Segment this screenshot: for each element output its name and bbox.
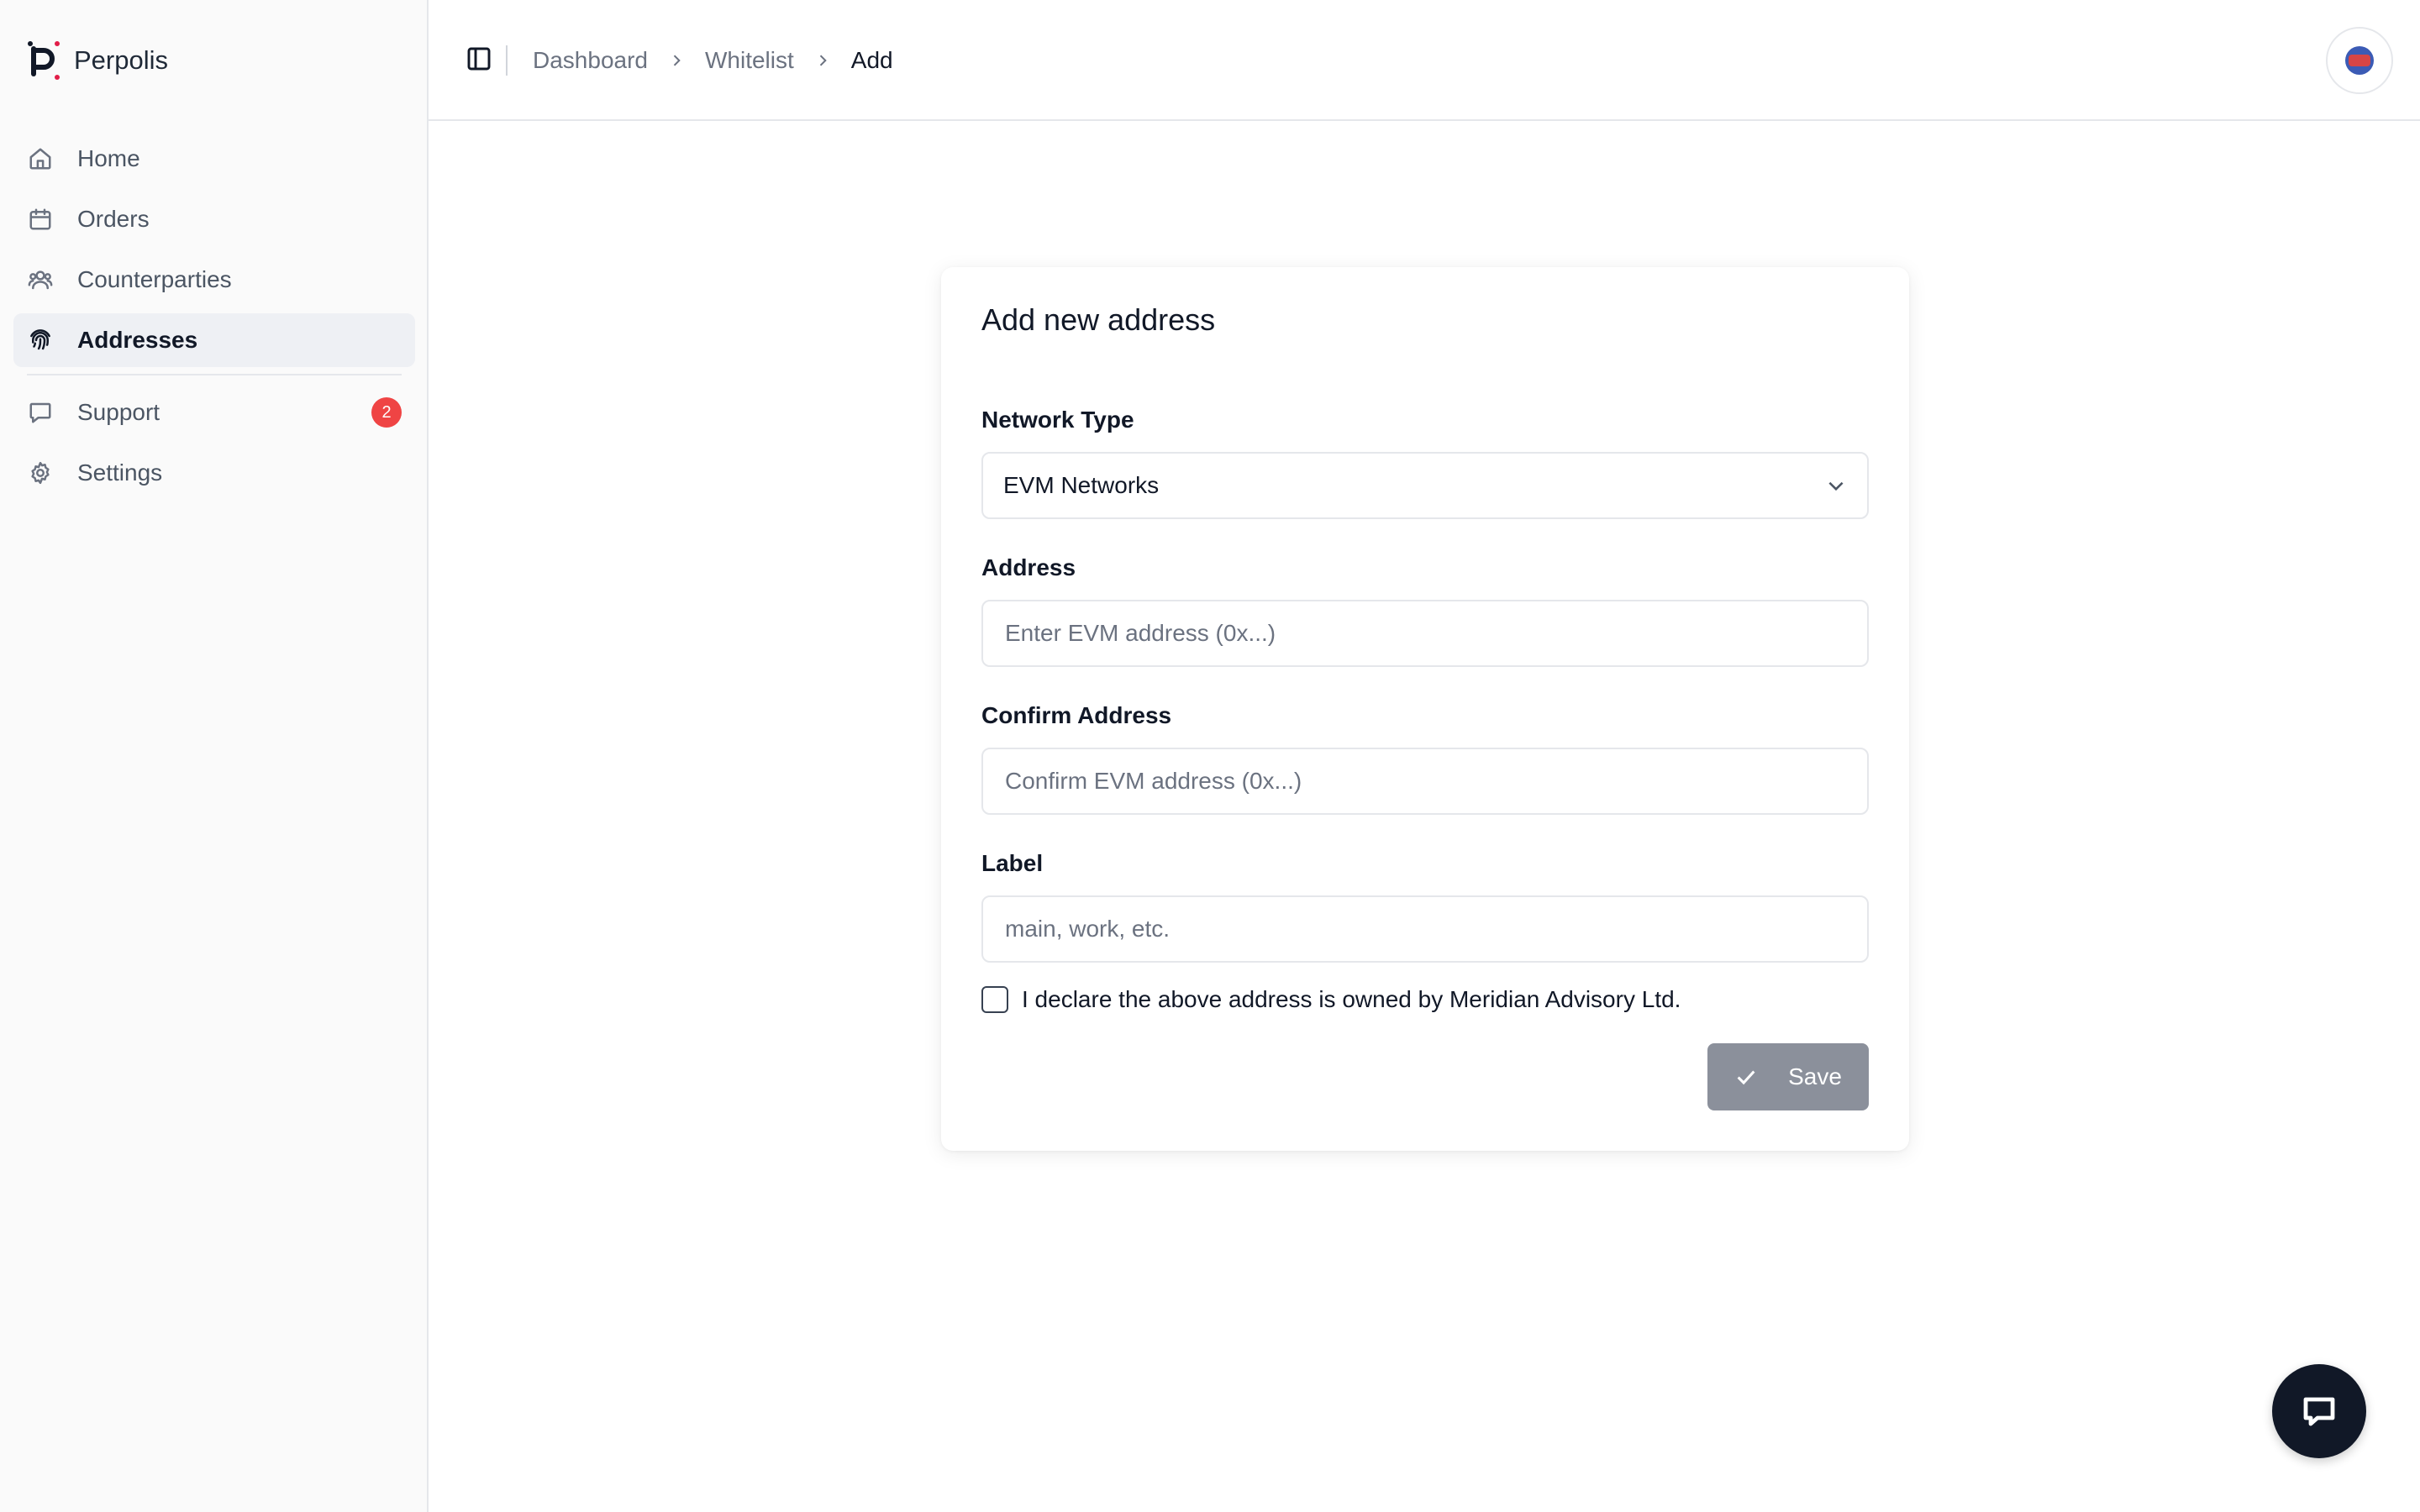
declaration-label[interactable]: I declare the above address is owned by … [1022, 986, 1681, 1013]
label-field-label: Label [981, 850, 1044, 876]
network-type-value: EVM Networks [1003, 472, 1160, 498]
chevron-right-icon [668, 52, 685, 69]
sidebar-item-counterparties[interactable]: Counterparties [13, 253, 415, 307]
chat-launcher-button[interactable] [2272, 1364, 2366, 1458]
network-type-select[interactable]: EVM Networks [981, 452, 1869, 519]
confirm-address-field [981, 748, 1869, 815]
sidebar-item-label: Counterparties [77, 266, 232, 292]
users-icon [27, 266, 54, 293]
address-label: Address [981, 554, 1076, 580]
declaration-row: I declare the above address is owned by … [981, 986, 1681, 1013]
address-field [981, 600, 1869, 667]
add-address-card: Add new address Network Type EVM Network… [941, 267, 1909, 1151]
sidebar-toggle-button[interactable] [464, 44, 494, 74]
support-count-badge: 2 [371, 397, 402, 428]
home-icon [27, 145, 54, 172]
chat-bubble-icon [2303, 1397, 2335, 1426]
label-input[interactable] [1003, 915, 1847, 943]
chevron-down-icon [1828, 481, 1844, 491]
sidebar-item-label: Orders [77, 206, 150, 232]
avatar [2345, 46, 2374, 75]
brand-name: Perpolis [74, 45, 168, 75]
confirm-address-label: Confirm Address [981, 702, 1172, 728]
sidebar-item-label: Addresses [77, 327, 198, 353]
address-input[interactable] [1003, 619, 1847, 648]
card-title: Add new address [981, 302, 1216, 337]
sidebar: Perpolis Home Orders Counterparties Addr… [0, 0, 429, 1512]
breadcrumb-whitelist[interactable]: Whitelist [705, 47, 794, 74]
sidebar-item-label: Settings [77, 459, 163, 486]
breadcrumb-dashboard[interactable]: Dashboard [533, 47, 648, 74]
sidebar-item-addresses[interactable]: Addresses [13, 313, 415, 367]
header-divider [506, 45, 508, 76]
calendar-icon [27, 206, 54, 233]
sidebar-item-support[interactable]: Support 2 [13, 386, 415, 439]
breadcrumb-add: Add [850, 47, 893, 73]
declaration-checkbox[interactable] [981, 986, 1008, 1013]
confirm-address-input[interactable] [1003, 767, 1847, 795]
account-menu-button[interactable] [2326, 27, 2393, 94]
top-header: Dashboard Whitelist Add [429, 0, 2420, 121]
message-icon [27, 399, 54, 426]
label-field [981, 895, 1869, 963]
panel-left-icon [467, 47, 491, 71]
chevron-right-icon [814, 52, 831, 69]
sidebar-item-label: Support [77, 399, 160, 425]
breadcrumb: Dashboard Whitelist Add [533, 44, 893, 77]
brand[interactable]: Perpolis [27, 40, 168, 81]
save-button-label: Save [1788, 1063, 1842, 1089]
check-icon [1737, 1070, 1755, 1085]
fingerprint-icon [27, 327, 54, 354]
gear-icon [27, 459, 54, 486]
sidebar-item-settings[interactable]: Settings [13, 446, 415, 500]
sidebar-divider [27, 374, 402, 375]
save-button[interactable]: Save [1707, 1043, 1869, 1110]
sidebar-item-home[interactable]: Home [13, 132, 415, 186]
sidebar-item-orders[interactable]: Orders [13, 192, 415, 246]
sidebar-item-label: Home [77, 145, 140, 171]
network-type-label: Network Type [981, 407, 1134, 433]
sidebar-nav: Home Orders Counterparties Addresses Sup… [13, 132, 415, 507]
perpolis-logo-icon [28, 41, 60, 80]
